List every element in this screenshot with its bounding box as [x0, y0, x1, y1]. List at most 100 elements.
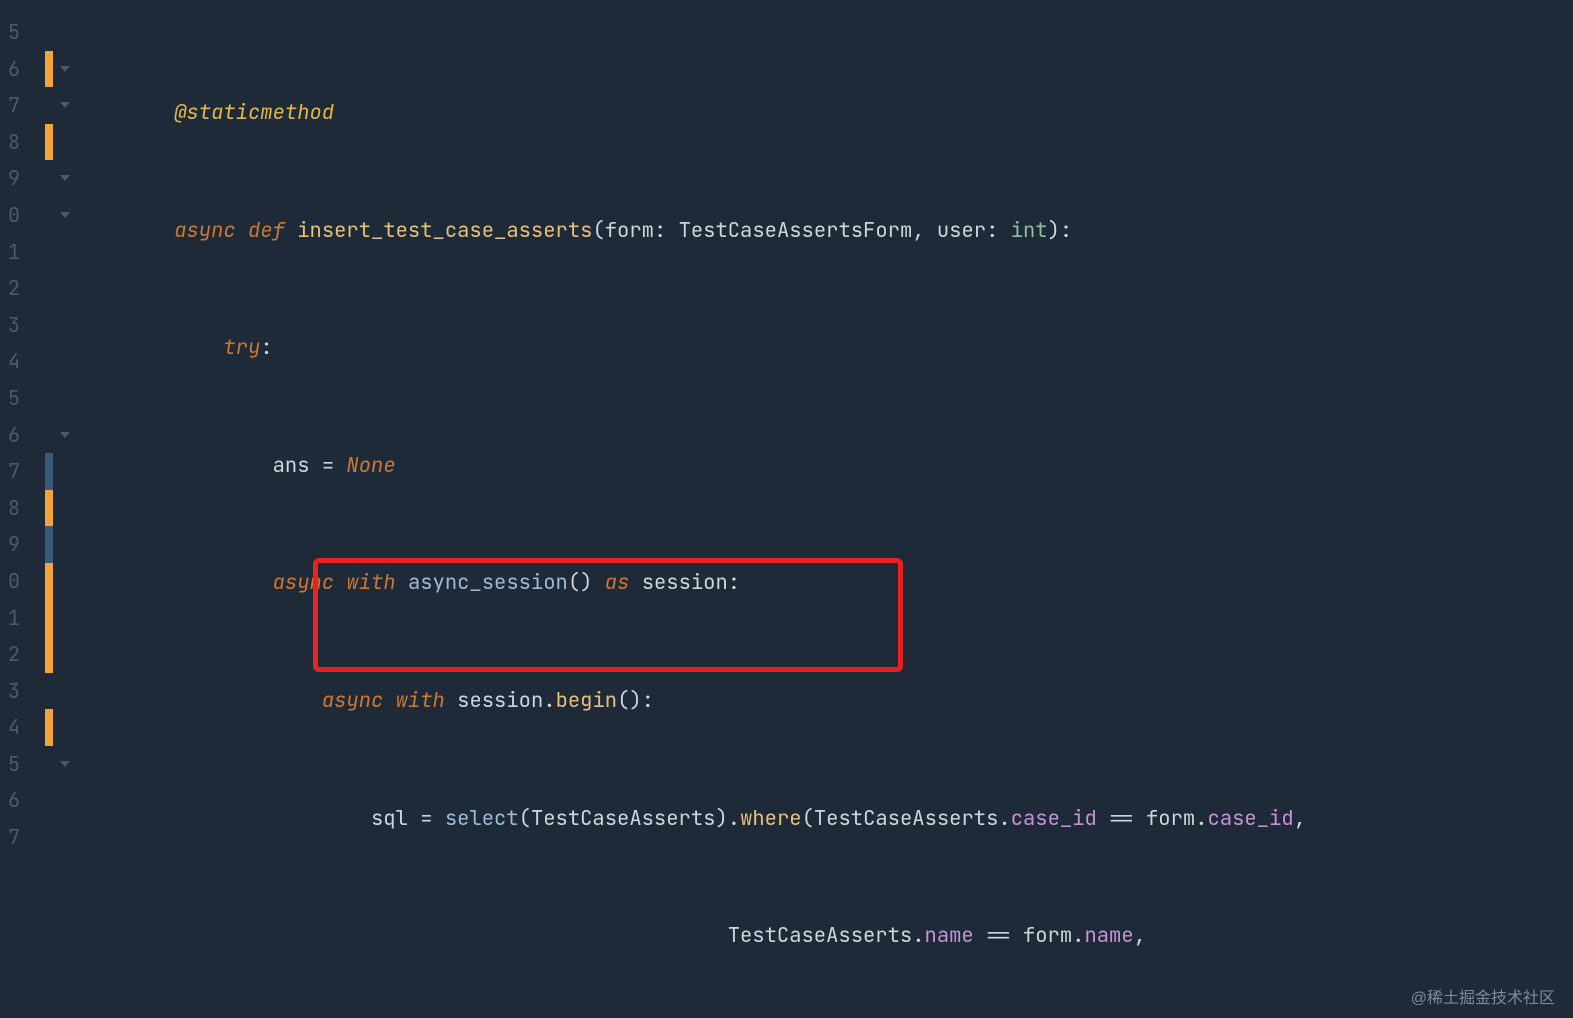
decorator: @staticmethod — [174, 99, 334, 126]
paren: ( — [592, 217, 604, 244]
gutter-row — [45, 380, 85, 417]
change-bar-icon — [45, 51, 53, 88]
keyword-async: async — [322, 687, 384, 714]
line-number: 6 — [0, 51, 20, 88]
line-number: 5 — [0, 14, 20, 51]
line-number: 9 — [0, 526, 20, 563]
paren: ( — [519, 805, 531, 832]
dot: . — [728, 805, 740, 832]
dot: . — [998, 805, 1010, 832]
dot: . — [1195, 805, 1207, 832]
keyword-as: as — [605, 569, 630, 596]
fold-icon[interactable] — [59, 758, 71, 770]
watermark: @稀土掘金技术社区 — [1411, 984, 1555, 1008]
code-line[interactable]: try: — [85, 330, 1573, 367]
dot: . — [543, 687, 555, 714]
line-number: 4 — [0, 709, 20, 746]
prop: name — [925, 922, 974, 949]
type: TestCaseAssertsForm — [679, 217, 913, 244]
dot: . — [912, 922, 924, 949]
gutter-row — [45, 526, 85, 563]
code-line[interactable]: async with session.begin(): — [85, 683, 1573, 720]
change-bar-icon — [45, 563, 53, 600]
fold-icon[interactable] — [59, 209, 71, 221]
type: int — [1011, 217, 1048, 244]
gutter-row — [45, 417, 85, 454]
line-number: 6 — [0, 417, 20, 454]
dot: . — [1072, 922, 1084, 949]
gutter-row — [45, 197, 85, 234]
gutter-row — [45, 490, 85, 527]
op: = — [310, 452, 347, 479]
code-editor[interactable]: 56789012345678901234567 @staticmethod as… — [0, 0, 1573, 1018]
line-number: 3 — [0, 307, 20, 344]
paren: ): — [1048, 217, 1073, 244]
none: None — [346, 452, 395, 479]
fold-icon[interactable] — [59, 429, 71, 441]
type: TestCaseAsserts — [814, 805, 999, 832]
code-line[interactable]: sql = select(TestCaseAsserts).where(Test… — [85, 801, 1573, 838]
keyword-def: def — [248, 217, 285, 244]
gutter-row — [45, 160, 85, 197]
comma: , — [912, 217, 937, 244]
gutter-marks — [45, 0, 85, 856]
paren: () — [617, 687, 642, 714]
code-line[interactable]: async def insert_test_case_asserts(form:… — [85, 213, 1573, 250]
line-number: 3 — [0, 673, 20, 710]
var: session — [642, 569, 728, 596]
method: where — [740, 805, 802, 832]
line-number: 7 — [0, 87, 20, 124]
gutter-row — [45, 14, 85, 51]
modified-bar-icon — [45, 526, 53, 563]
gutter-row — [45, 270, 85, 307]
gutter-row — [45, 87, 85, 124]
line-number: 7 — [0, 819, 20, 856]
op: == — [974, 922, 1023, 949]
change-bar-icon — [45, 124, 53, 161]
prop: name — [1084, 922, 1133, 949]
fold-icon[interactable] — [59, 172, 71, 184]
gutter-row — [45, 673, 85, 710]
fold-icon[interactable] — [59, 99, 71, 111]
paren: ) — [715, 805, 727, 832]
line-number: 7 — [0, 453, 20, 490]
gutter-row — [45, 124, 85, 161]
fold-icon[interactable] — [59, 63, 71, 75]
code-line[interactable]: TestCaseAsserts.name == form.name, — [85, 918, 1573, 955]
var: sql — [371, 805, 408, 832]
line-number: 5 — [0, 746, 20, 783]
comma: , — [1134, 922, 1146, 949]
code-line[interactable]: ans = None — [85, 448, 1573, 485]
code-line[interactable]: async with async_session() as session: — [85, 565, 1573, 602]
op: == — [1097, 805, 1146, 832]
line-number: 1 — [0, 600, 20, 637]
gutter-row — [45, 600, 85, 637]
op: = — [408, 805, 445, 832]
line-number: 8 — [0, 124, 20, 161]
line-number: 4 — [0, 343, 20, 380]
param: user — [937, 217, 986, 244]
gutter-row — [45, 563, 85, 600]
function-name: insert_test_case_asserts — [297, 217, 592, 244]
line-number: 1 — [0, 234, 20, 271]
var: session — [457, 687, 543, 714]
var: ans — [273, 452, 310, 479]
gutter: 56789012345678901234567 — [0, 0, 85, 1018]
type: TestCaseAsserts — [531, 805, 716, 832]
param: form — [605, 217, 654, 244]
code-line[interactable]: @staticmethod — [85, 95, 1573, 132]
gutter-row — [45, 453, 85, 490]
keyword-async: async — [273, 569, 335, 596]
change-bar-icon — [45, 709, 53, 746]
line-numbers: 56789012345678901234567 — [0, 0, 20, 856]
colon: : — [260, 334, 272, 361]
line-number: 0 — [0, 197, 20, 234]
var: form — [1023, 922, 1072, 949]
gutter-row — [45, 746, 85, 783]
gutter-row — [45, 343, 85, 380]
change-bar-icon — [45, 490, 53, 527]
code-area[interactable]: @staticmethod async def insert_test_case… — [85, 0, 1573, 1018]
prop: case_id — [1011, 805, 1097, 832]
keyword-try: try — [223, 334, 260, 361]
gutter-row — [45, 782, 85, 819]
